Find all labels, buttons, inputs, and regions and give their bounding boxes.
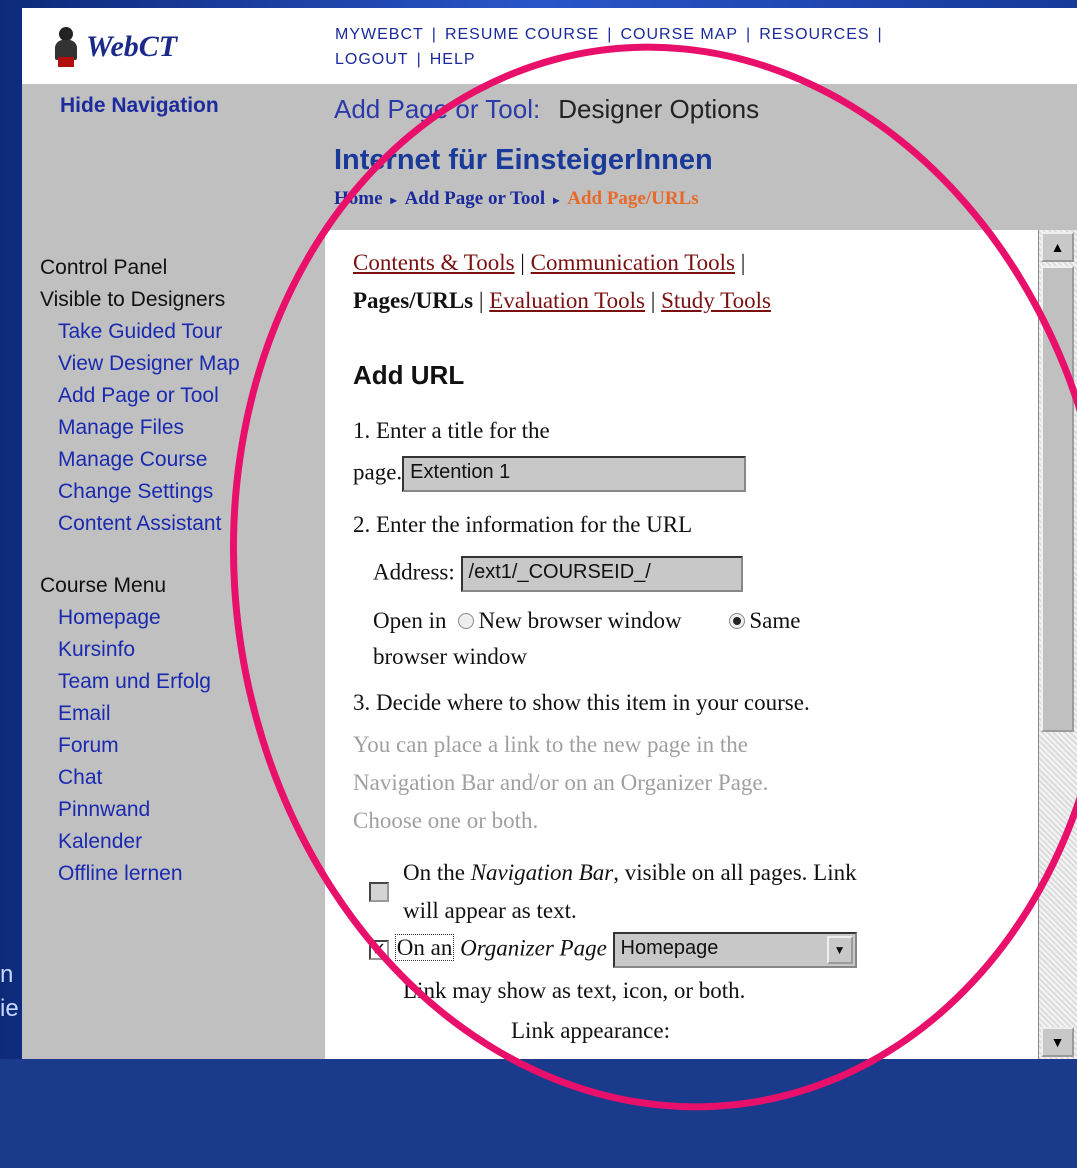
topnav-mywebct[interactable]: MYWEBCT	[335, 26, 424, 43]
logo-figure-icon	[52, 27, 80, 67]
scroll-down-icon[interactable]: ▼	[1041, 1027, 1074, 1057]
title-input[interactable]: Extention 1	[402, 456, 747, 492]
organizer-page-select[interactable]: Homepage ▼	[612, 932, 857, 968]
link-evaluation-tools[interactable]: Evaluation Tools	[489, 288, 645, 313]
same-window-radio[interactable]	[729, 612, 746, 629]
new-window-radio[interactable]	[458, 612, 475, 629]
top-bar: WebCT MYWEBCT | RESUME COURSE | COURSE MAP | R…	[22, 8, 1077, 84]
add-url-heading: Add URL	[353, 360, 465, 390]
topnav-course-map[interactable]: COURSE MAP	[620, 26, 738, 43]
slide-background-text: n ie	[0, 961, 19, 1022]
nav-kursinfo[interactable]: Kursinfo	[40, 634, 240, 666]
step1-text: 1. Enter a title for the	[353, 418, 550, 443]
organizer-hint: Link may show as text, icon, or both.	[403, 978, 746, 1003]
nav-email[interactable]: Email	[40, 698, 240, 730]
control-panel-heading: Control Panel	[40, 256, 168, 279]
content-panel: Contents & Tools | Communication Tools |…	[325, 230, 1038, 1059]
link-contents-tools[interactable]: Contents & Tools	[353, 250, 515, 275]
nav-kalender[interactable]: Kalender	[40, 826, 240, 858]
course-title: Internet für EinsteigerInnen	[334, 144, 713, 176]
topnav-help[interactable]: HELP	[430, 51, 476, 68]
nav-pinnwand[interactable]: Pinnwand	[40, 794, 240, 826]
link-communication-tools[interactable]: Communication Tools	[531, 250, 735, 275]
topnav-resources[interactable]: RESOURCES	[759, 26, 869, 43]
nav-view-designer-map[interactable]: View Designer Map	[40, 348, 240, 380]
step3-text: 3. Decide where to show this item in you…	[353, 690, 810, 715]
same-window-text: browser window	[373, 644, 527, 669]
link-appearance-label: Link appearance:	[511, 1018, 670, 1043]
link-pages-urls-current: Pages/URLs	[353, 288, 474, 313]
nav-offline-lernen[interactable]: Offline lernen	[40, 858, 240, 890]
scroll-up-icon[interactable]: ▲	[1041, 232, 1074, 262]
scroll-thumb[interactable]	[1041, 266, 1074, 732]
visible-to-designers-heading: Visible to Designers	[40, 288, 226, 311]
nav-manage-files[interactable]: Manage Files	[40, 412, 240, 444]
nav-content-assistant[interactable]: Content Assistant	[40, 508, 240, 540]
organizer-checkbox[interactable]: ✓	[369, 940, 389, 960]
hint-line-2: Navigation Bar and/or on an Organizer Pa…	[353, 770, 769, 795]
breadcrumb-home[interactable]: Home	[334, 188, 383, 209]
browser-window: WebCT MYWEBCT | RESUME COURSE | COURSE MAP | R…	[22, 8, 1077, 1059]
topnav-resume-course[interactable]: RESUME COURSE	[445, 26, 599, 43]
nav-forum[interactable]: Forum	[40, 730, 240, 762]
breadcrumb-add-page[interactable]: Add Page or Tool	[405, 188, 546, 209]
left-navigation: Control Panel Visible to Designers Take …	[40, 252, 240, 890]
nav-team-und-erfolg[interactable]: Team und Erfolg	[40, 666, 240, 698]
nav-take-guided-tour[interactable]: Take Guided Tour	[40, 316, 240, 348]
nav-change-settings[interactable]: Change Settings	[40, 476, 240, 508]
step2-text: 2. Enter the information for the URL	[353, 512, 693, 537]
tool-category-links: Contents & Tools | Communication Tools |…	[353, 250, 771, 313]
breadcrumb: Home ▸ Add Page or Tool ▸ Add Page/URLs	[334, 188, 699, 209]
nav-chat[interactable]: Chat	[40, 762, 240, 794]
course-menu-heading: Course Menu	[40, 574, 167, 597]
address-input[interactable]: /ext1/_COURSEID_/	[460, 556, 743, 592]
breadcrumb-current: Add Page/URLs	[567, 188, 699, 209]
hide-navigation-link[interactable]: Hide Navigation	[60, 94, 219, 118]
top-nav: MYWEBCT | RESUME COURSE | COURSE MAP | RESOURC…	[335, 26, 883, 68]
hint-line-1: You can place a link to the new page in …	[353, 732, 748, 757]
hint-line-3: Choose one or both.	[353, 808, 539, 833]
nav-manage-course[interactable]: Manage Course	[40, 444, 240, 476]
organizer-option: ✓ On an Organizer Page Homepage ▼	[369, 932, 1009, 968]
page-title: Add Page or Tool: Designer Options	[334, 94, 760, 124]
content-scrollbar[interactable]: ▲ ▼	[1038, 230, 1077, 1059]
open-in-row: Open in New browser window Same	[373, 608, 801, 633]
dropdown-arrow-icon: ▼	[826, 936, 853, 964]
title-row: page. Extention 1	[353, 456, 747, 492]
address-row: Address: /ext1/_COURSEID_/	[373, 556, 743, 592]
link-study-tools[interactable]: Study Tools	[661, 288, 771, 313]
topnav-logout[interactable]: LOGOUT	[335, 51, 409, 68]
webct-logo[interactable]: WebCT	[52, 22, 177, 72]
nav-bar-checkbox[interactable]	[369, 882, 389, 902]
nav-homepage[interactable]: Homepage	[40, 602, 240, 634]
nav-add-page-or-tool[interactable]: Add Page or Tool	[40, 380, 240, 412]
